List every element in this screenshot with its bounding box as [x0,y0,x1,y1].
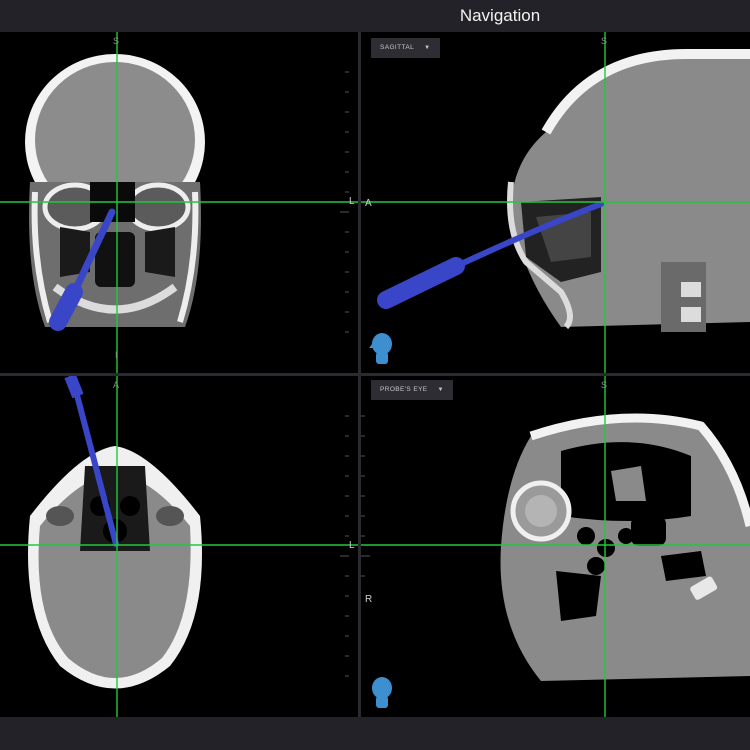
top-bar: Navigation [0,0,750,32]
axial-ct-image [0,376,358,717]
view-divider-horizontal [0,373,750,376]
coronal-view[interactable]: S I L [0,32,358,373]
bottom-bar [0,717,750,750]
sagittal-skull [511,53,750,327]
coronal-bottom-label: I [115,350,118,360]
page-title: Navigation [459,6,541,25]
center-label-top: L [349,196,355,207]
sagittal-top-label: S [601,36,608,46]
sagittal-dropdown-label: SAGITTAL [380,44,415,51]
probe-eye-side-label-2: R [365,594,373,605]
probe-eye-ct-image [361,376,750,717]
chevron-down-icon: ▼ [437,387,444,393]
probes-eye-view[interactable]: PROBE'S EYE▼ S L R [361,376,750,717]
head-orientation-icon [369,333,392,364]
probe-eye-view-dropdown[interactable]: PROBE'S EYE ▼ [371,380,453,400]
sagittal-view-dropdown[interactable]: SAGITTAL ▼ [371,38,440,58]
chevron-down-icon: ▼ [424,45,431,51]
sagittal-left-label: A [365,198,372,209]
probe-eye-top-label: S [601,380,608,390]
axial-top-label: A [113,380,120,390]
sagittal-view[interactable]: SAGITTAL ▼ S A [361,32,750,373]
sagittal-ct-image [361,32,750,373]
coronal-ct-image [0,32,358,373]
head-orientation-icon [372,677,392,708]
coronal-top-label: S [113,36,120,46]
probe-eye-dropdown-label: PROBE'S EYE [380,386,428,393]
axial-view[interactable]: A L [0,376,358,717]
center-label-bottom: L [349,540,355,551]
